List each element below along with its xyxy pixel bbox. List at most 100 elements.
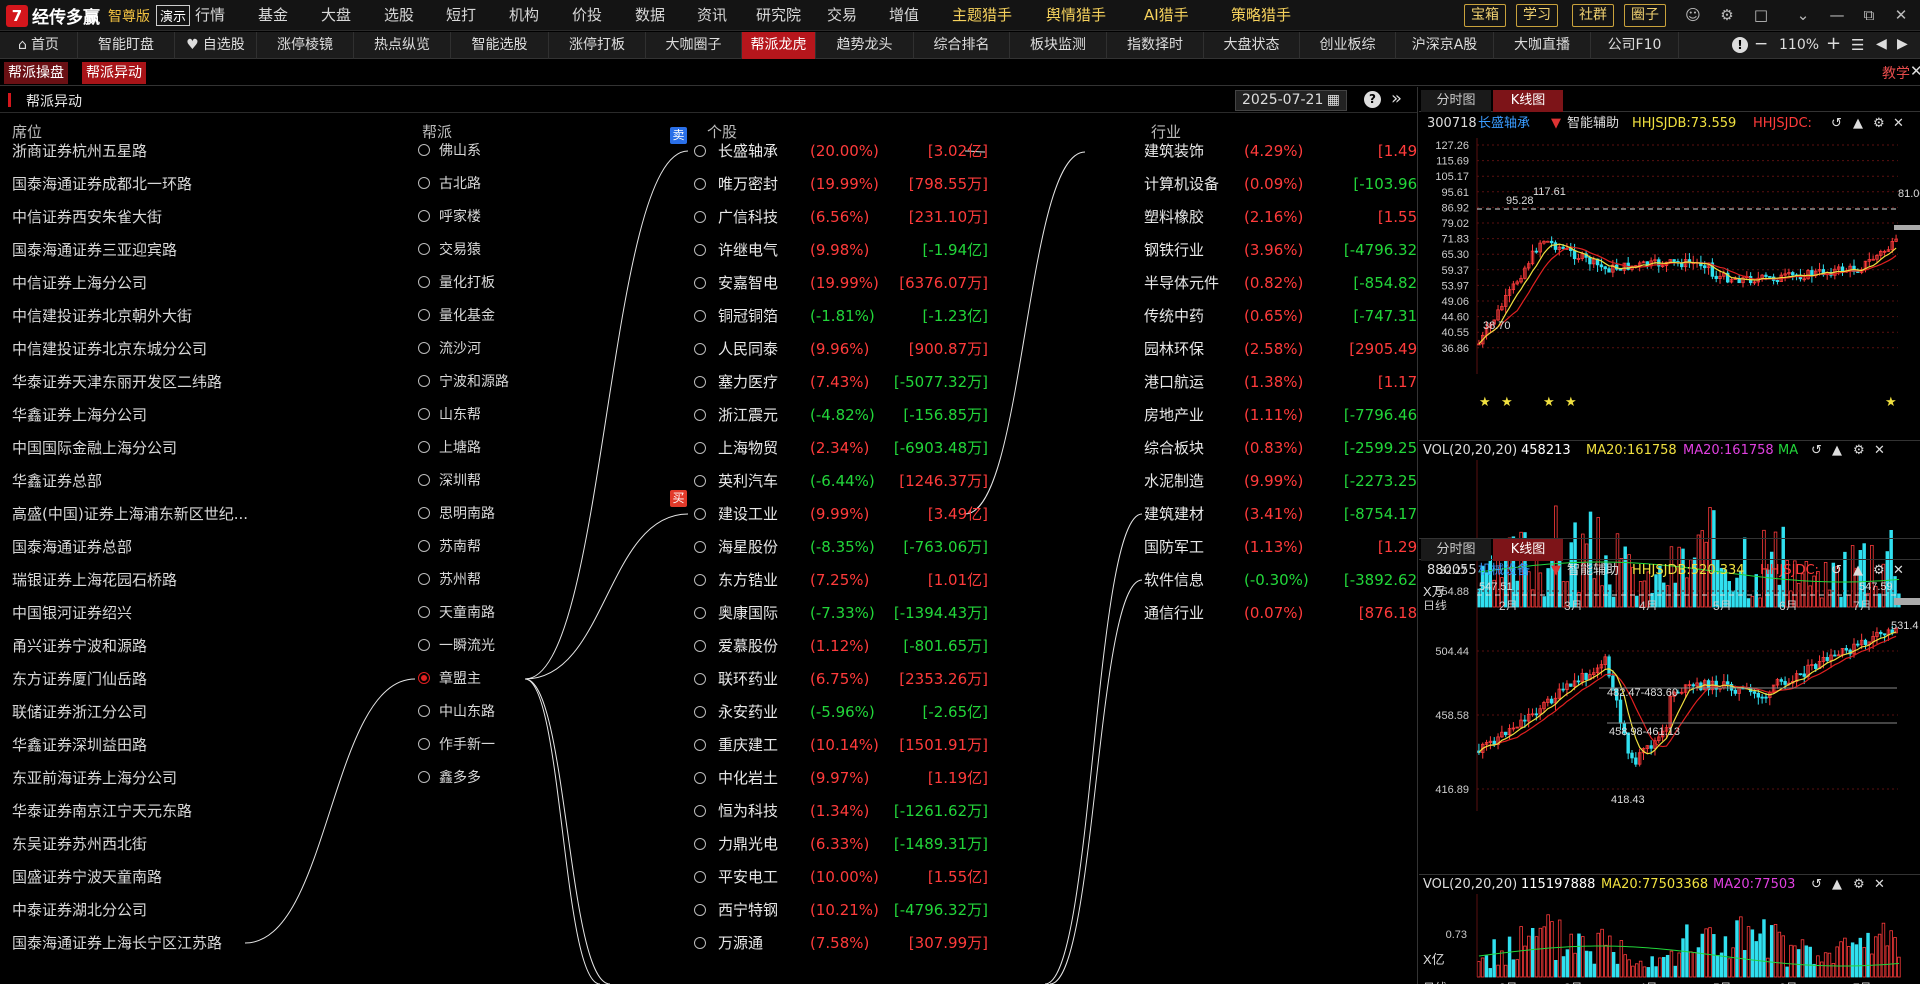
seat-row[interactable]: 国泰海通证券三亚迎宾路: [12, 240, 177, 260]
seat-row[interactable]: 中信证券西安朱雀大街: [12, 207, 162, 227]
stock-radio[interactable]: [694, 508, 706, 520]
menu-item-5[interactable]: 机构: [509, 0, 539, 31]
industry-row[interactable]: 综合板块(0.83%)[-2599.25万]: [1144, 438, 1417, 458]
stock-radio[interactable]: [694, 442, 706, 454]
stock-row[interactable]: 浙江震元 (-4.82%) [-156.85万]: [694, 405, 994, 425]
stock-row[interactable]: 重庆建工 (10.14%) [1501.91万]: [694, 735, 994, 755]
help-icon[interactable]: ?: [1364, 91, 1381, 108]
tab-8[interactable]: 帮派龙虎: [742, 32, 816, 59]
seat-row[interactable]: 东吴证券苏州西北街: [12, 834, 147, 854]
chart2-gear-icon[interactable]: ⚙: [1873, 561, 1885, 581]
industry-row[interactable]: 国防军工(1.13%)[1.29亿]: [1144, 537, 1417, 557]
stock-row[interactable]: 西宁特钢 (10.21%) [-4796.32万]: [694, 900, 994, 920]
chart2-kline[interactable]: 554.88 504.44 458.58 416.89 547.51 547.59 482.…: [1419, 581, 1920, 861]
stock-row[interactable]: 平安电工 (10.00%) [1.55亿]: [694, 867, 994, 887]
assist2-icon[interactable]: ▼: [1551, 561, 1561, 581]
seat-row[interactable]: 中国国际金融上海分公司: [12, 438, 177, 458]
chart2-name[interactable]: 机械设备: [1478, 561, 1530, 581]
stock-radio[interactable]: [694, 739, 706, 751]
menu-item-8[interactable]: 资讯: [697, 0, 727, 31]
gang-row[interactable]: 鑫多多: [418, 768, 481, 788]
stock-radio[interactable]: [694, 871, 706, 883]
gang-row[interactable]: 量化打板: [418, 273, 495, 293]
top-button-3[interactable]: 圈子: [1624, 4, 1666, 27]
stock-radio[interactable]: [694, 706, 706, 718]
stock-row[interactable]: 上海物贸 (2.34%) [-6903.48万]: [694, 438, 994, 458]
chart1-reset-icon[interactable]: ↺: [1831, 114, 1842, 134]
tab-5[interactable]: 智能选股: [451, 32, 549, 59]
assist-icon[interactable]: ▼: [1551, 114, 1561, 134]
stock-row[interactable]: 爱慕股份 (1.12%) [-801.65万]: [694, 636, 994, 656]
stock-row[interactable]: 万源通 (7.58%) [307.99万]: [694, 933, 994, 953]
gang-radio[interactable]: [418, 276, 430, 288]
gang-row[interactable]: 天童南路: [418, 603, 495, 623]
restore-icon[interactable]: ⧉: [1859, 5, 1879, 25]
seat-row[interactable]: 中信建投证券北京朝外大街: [12, 306, 192, 326]
stock-row[interactable]: 中化岩土 (9.97%) [1.19亿]: [694, 768, 994, 788]
industry-row[interactable]: 通信行业(0.07%)[876.18万]: [1144, 603, 1417, 623]
vol1-close-icon[interactable]: ✕: [1874, 441, 1885, 461]
stock-radio[interactable]: [694, 475, 706, 487]
gang-row[interactable]: 一瞬流光: [418, 636, 495, 656]
industry-row[interactable]: 房地产业(1.11%)[-7796.46万]: [1144, 405, 1417, 425]
seat-row[interactable]: 国泰海通证券总部: [12, 537, 132, 557]
seat-row[interactable]: 联储证券浙江分公司: [12, 702, 147, 722]
chart1-kline[interactable]: 127.26 115.69 105.17 95.61 86.92 79.02 71.83 65…: [1419, 134, 1920, 437]
gang-row[interactable]: 流沙河: [418, 339, 481, 359]
stock-radio[interactable]: [694, 277, 706, 289]
industry-row[interactable]: 传统中药(0.65%)[-747.31万]: [1144, 306, 1417, 326]
tab-9[interactable]: 趋势龙头: [816, 32, 914, 59]
gang-radio[interactable]: [418, 639, 430, 651]
stock-radio[interactable]: [694, 376, 706, 388]
seat-row[interactable]: 东亚前海证券上海分公司: [12, 768, 177, 788]
gang-row[interactable]: 中山东路: [418, 702, 495, 722]
window-icon[interactable]: □: [1751, 5, 1771, 25]
chart1-close-icon[interactable]: ✕: [1893, 114, 1904, 134]
gang-radio[interactable]: [418, 375, 430, 387]
seat-row[interactable]: 中信证券上海分公司: [12, 273, 147, 293]
menu-item-1[interactable]: 基金: [258, 0, 288, 31]
stock-row[interactable]: 塞力医疗 (7.43%) [-5077.32万]: [694, 372, 994, 392]
info-icon[interactable]: !: [1732, 37, 1748, 53]
tab-2[interactable]: ♥ 自选股: [175, 32, 257, 59]
gang-radio[interactable]: [418, 540, 430, 552]
top-button-2[interactable]: 社群: [1572, 4, 1614, 27]
menu-item-4[interactable]: 短打: [446, 0, 476, 31]
industry-row[interactable]: 建筑装饰(4.29%)[1.49亿]: [1144, 141, 1417, 161]
gang-radio[interactable]: [418, 210, 430, 222]
menu-item-10[interactable]: 交易: [827, 0, 857, 31]
stock-radio[interactable]: [694, 607, 706, 619]
gang-radio[interactable]: [418, 771, 430, 783]
vol1-reset-icon[interactable]: ↺: [1811, 441, 1822, 461]
chart1-name[interactable]: 长盛轴承: [1478, 114, 1530, 134]
industry-row[interactable]: 钢铁行业(3.96%)[-4796.32万]: [1144, 240, 1417, 260]
chart2-tab-intraday[interactable]: 分时图: [1421, 539, 1491, 561]
tab-6[interactable]: 涨停打板: [549, 32, 646, 59]
menu-item-14[interactable]: AI猎手: [1144, 0, 1189, 31]
industry-row[interactable]: 建筑建材(3.41%)[-8754.17万]: [1144, 504, 1417, 524]
chart1-lock-icon[interactable]: ▲: [1853, 114, 1863, 134]
gang-radio[interactable]: [418, 573, 430, 585]
gang-radio[interactable]: [418, 606, 430, 618]
stock-radio[interactable]: [694, 838, 706, 850]
tab-4[interactable]: 热点纵览: [354, 32, 451, 59]
stock-row[interactable]: 唯万密封 (19.99%) [798.55万]: [694, 174, 994, 194]
tab-3[interactable]: 涨停棱镜: [257, 32, 354, 59]
gang-radio[interactable]: [418, 309, 430, 321]
tab-16[interactable]: 大咖直播: [1494, 32, 1591, 59]
stock-row[interactable]: 广信科技 (6.56%) [231.10万]: [694, 207, 994, 227]
menu-item-6[interactable]: 价投: [572, 0, 602, 31]
menu-item-0[interactable]: 行情: [195, 0, 225, 31]
industry-row[interactable]: 计算机设备(0.09%)[-103.96万]: [1144, 174, 1417, 194]
tab-10[interactable]: 综合排名: [914, 32, 1010, 59]
chevron-down-icon[interactable]: ⌄: [1793, 5, 1813, 25]
stock-row[interactable]: 永安药业 (-5.96%) [-2.65亿]: [694, 702, 994, 722]
menu-item-13[interactable]: 舆情猎手: [1046, 0, 1106, 31]
menu-item-11[interactable]: 增值: [889, 0, 919, 31]
gang-radio[interactable]: [418, 408, 430, 420]
industry-row[interactable]: 半导体元件(0.82%)[-854.82万]: [1144, 273, 1417, 293]
vol2-close-icon[interactable]: ✕: [1874, 875, 1885, 895]
industry-row[interactable]: 水泥制造(9.99%)[-2273.25万]: [1144, 471, 1417, 491]
gang-row[interactable]: 苏州帮: [418, 570, 481, 590]
chart2-lock-icon[interactable]: ▲: [1853, 561, 1863, 581]
